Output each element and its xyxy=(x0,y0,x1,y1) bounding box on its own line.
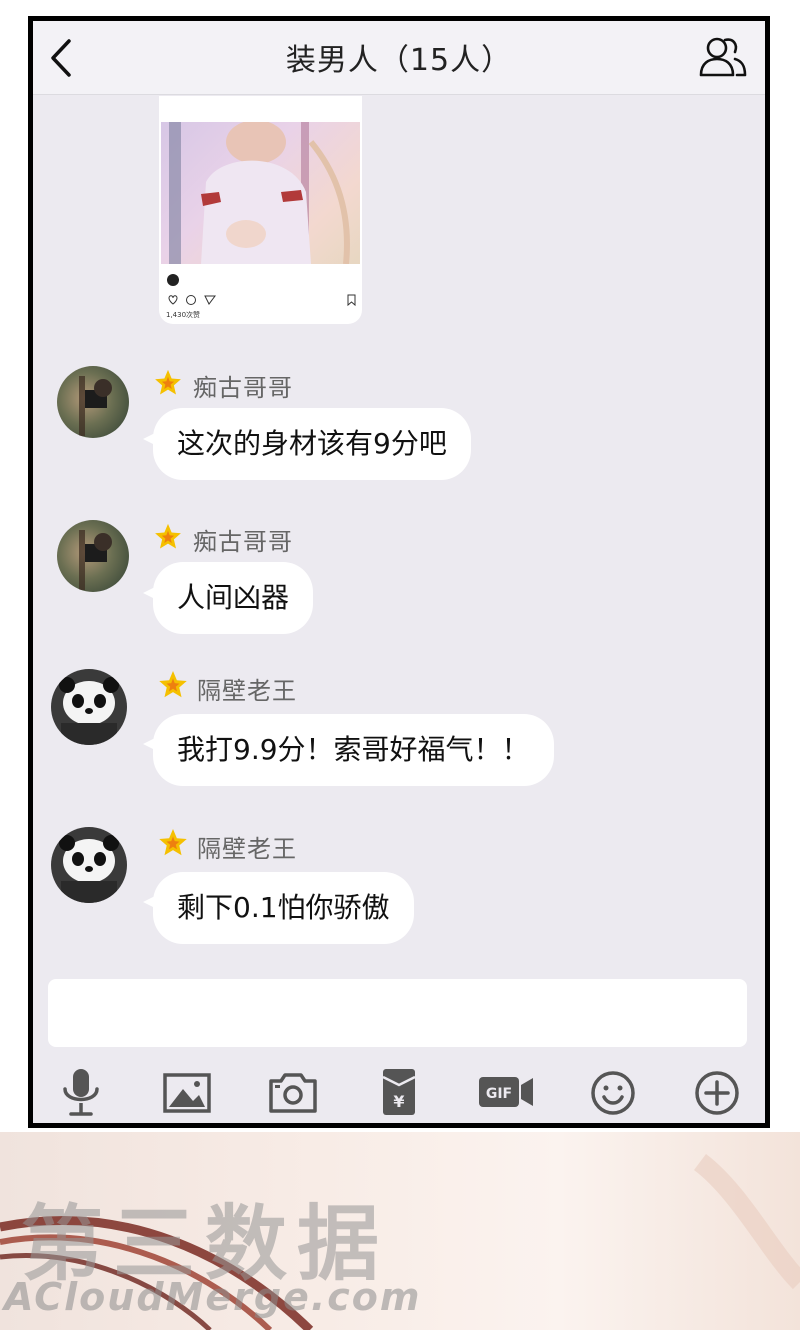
shared-post-card[interactable]: 1,430次赞 xyxy=(159,96,362,324)
message-bubble[interactable]: 这次的身材该有9分吧 xyxy=(153,408,471,480)
sender-name: 隔壁老王 xyxy=(197,677,297,705)
chat-window: 装男人（15人） 1,430次赞 痴古哥哥 这次的身材该有9分吧 痴古哥哥 人间… xyxy=(28,16,770,1128)
post-likes-count: 1,430次赞 xyxy=(166,311,201,319)
message-bubble[interactable]: 剩下0.1怕你骄傲 xyxy=(153,872,414,944)
sender-name: 痴古哥哥 xyxy=(193,528,293,556)
post-author-avatar xyxy=(167,274,179,286)
microphone-icon[interactable] xyxy=(51,1063,111,1123)
star-badge-icon xyxy=(155,369,181,395)
image-icon[interactable] xyxy=(157,1063,217,1123)
group-members-icon[interactable] xyxy=(697,33,749,81)
post-image xyxy=(161,122,360,264)
message-input[interactable] xyxy=(48,979,747,1047)
gif-icon[interactable]: GIF xyxy=(475,1063,539,1123)
plus-icon[interactable] xyxy=(687,1063,747,1123)
svg-text:GIF: GIF xyxy=(486,1086,512,1102)
top-bar: 装男人（15人） xyxy=(33,21,765,95)
user-avatar[interactable] xyxy=(51,827,127,903)
user-avatar[interactable] xyxy=(51,669,127,745)
red-packet-icon[interactable]: ¥ xyxy=(369,1063,429,1123)
star-badge-icon xyxy=(155,523,181,549)
watermark-banner: 第三数据 ACloudMerge.com xyxy=(0,1132,800,1330)
user-avatar[interactable] xyxy=(57,366,129,438)
message-bubble[interactable]: 我打9.9分！索哥好福气！！ xyxy=(153,714,554,786)
message-bubble[interactable]: 人间凶器 xyxy=(153,562,314,634)
user-avatar[interactable] xyxy=(57,520,129,592)
emoji-icon[interactable] xyxy=(583,1063,643,1123)
input-toolbar: ¥ GIF xyxy=(33,1063,765,1123)
sender-name: 隔壁老王 xyxy=(197,835,297,863)
star-badge-icon xyxy=(159,671,187,698)
sender-name: 痴古哥哥 xyxy=(193,374,293,402)
camera-icon[interactable] xyxy=(263,1063,323,1123)
chat-title: 装男人（15人） xyxy=(285,43,513,78)
watermark-subtitle: ACloudMerge.com xyxy=(4,1275,422,1319)
post-action-icons xyxy=(168,294,356,307)
svg-text:¥: ¥ xyxy=(393,1092,404,1111)
star-badge-icon xyxy=(159,829,187,856)
